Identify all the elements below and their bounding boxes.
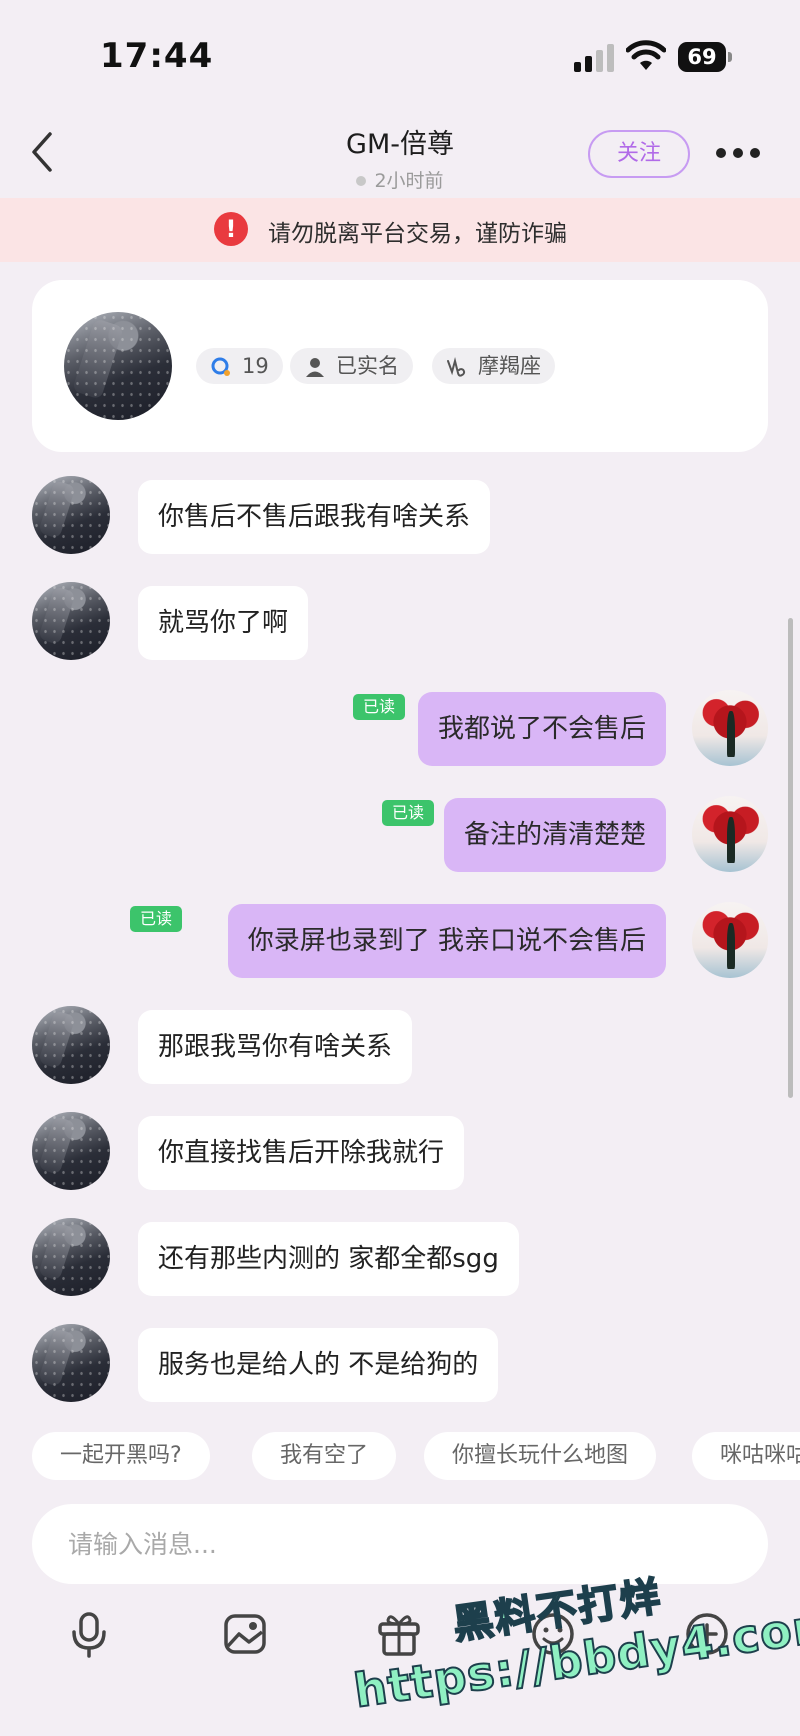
level-tag: 19 <box>196 348 283 384</box>
wifi-icon <box>626 40 666 70</box>
image-icon[interactable] <box>222 1610 268 1658</box>
incoming-message[interactable]: 你直接找售后开除我就行 <box>138 1116 465 1190</box>
incoming-message[interactable]: 就骂你了啊 <box>138 586 309 660</box>
avatar[interactable] <box>64 312 172 420</box>
quick-reply-chip[interactable]: 咪咕咪咕 <box>692 1432 800 1480</box>
profile-card[interactable]: 19 已实名 摩羯座 <box>32 280 768 452</box>
exclamation-icon: ! <box>214 212 248 246</box>
avatar[interactable] <box>692 690 768 766</box>
quick-reply-chip[interactable]: 一起开黑吗? <box>32 1432 210 1480</box>
warning-text: 请勿脱离平台交易，谨防诈骗 <box>268 221 567 247</box>
zodiac-tag: 摩羯座 <box>432 348 555 384</box>
quick-reply-chip[interactable]: 我有空了 <box>252 1432 397 1480</box>
gift-icon[interactable] <box>376 1610 422 1658</box>
read-badge: 已读 <box>381 800 434 826</box>
read-badge: 已读 <box>129 906 182 932</box>
level-icon <box>211 357 230 376</box>
scrollbar[interactable] <box>788 618 793 1098</box>
incoming-message[interactable]: 服务也是给人的 不是给狗的 <box>138 1328 499 1402</box>
status-time: 17:44 <box>100 36 214 76</box>
avatar[interactable] <box>32 1112 110 1190</box>
read-badge: 已读 <box>352 694 405 720</box>
follow-button[interactable]: 关注 <box>588 130 690 178</box>
outgoing-message[interactable]: 我都说了不会售后 <box>417 692 666 766</box>
avatar[interactable] <box>32 1218 110 1296</box>
fraud-warning-banner: ! 请勿脱离平台交易，谨防诈骗 <box>0 198 800 262</box>
verified-tag: 已实名 <box>290 348 413 384</box>
zodiac-label: 摩羯座 <box>478 354 541 378</box>
avatar[interactable] <box>32 476 110 554</box>
incoming-message[interactable]: 你售后不售后跟我有啥关系 <box>138 480 491 554</box>
status-bar: 17:44 69 <box>0 0 800 110</box>
battery-icon: 69 <box>678 42 732 72</box>
microphone-icon[interactable] <box>66 1610 112 1658</box>
outgoing-message[interactable]: 备注的清清楚楚 <box>443 798 666 872</box>
incoming-message[interactable]: 那跟我骂你有啥关系 <box>138 1010 413 1084</box>
verified-label: 已实名 <box>336 354 399 378</box>
person-icon <box>306 358 324 377</box>
avatar[interactable] <box>32 582 110 660</box>
quick-reply-chip[interactable]: 你擅长玩什么地图 <box>424 1432 657 1480</box>
last-active-text: 2小时前 <box>374 170 444 192</box>
cellular-signal-icon <box>574 42 616 72</box>
outgoing-message[interactable]: 你录屏也录到了 我亲口说不会售后 <box>227 904 666 978</box>
avatar[interactable] <box>692 902 768 978</box>
battery-level: 69 <box>678 42 726 72</box>
online-status-icon <box>356 176 367 186</box>
avatar[interactable] <box>32 1006 110 1084</box>
incoming-message[interactable]: 还有那些内测的 家都全都sgg <box>138 1222 519 1296</box>
avatar[interactable] <box>32 1324 110 1402</box>
capricorn-icon <box>447 357 466 377</box>
avatar[interactable] <box>692 796 768 872</box>
chat-header: GM-倍尊 2小时前 关注 <box>0 110 800 198</box>
more-horizontal-icon[interactable] <box>716 142 760 164</box>
level-value: 19 <box>242 354 269 378</box>
